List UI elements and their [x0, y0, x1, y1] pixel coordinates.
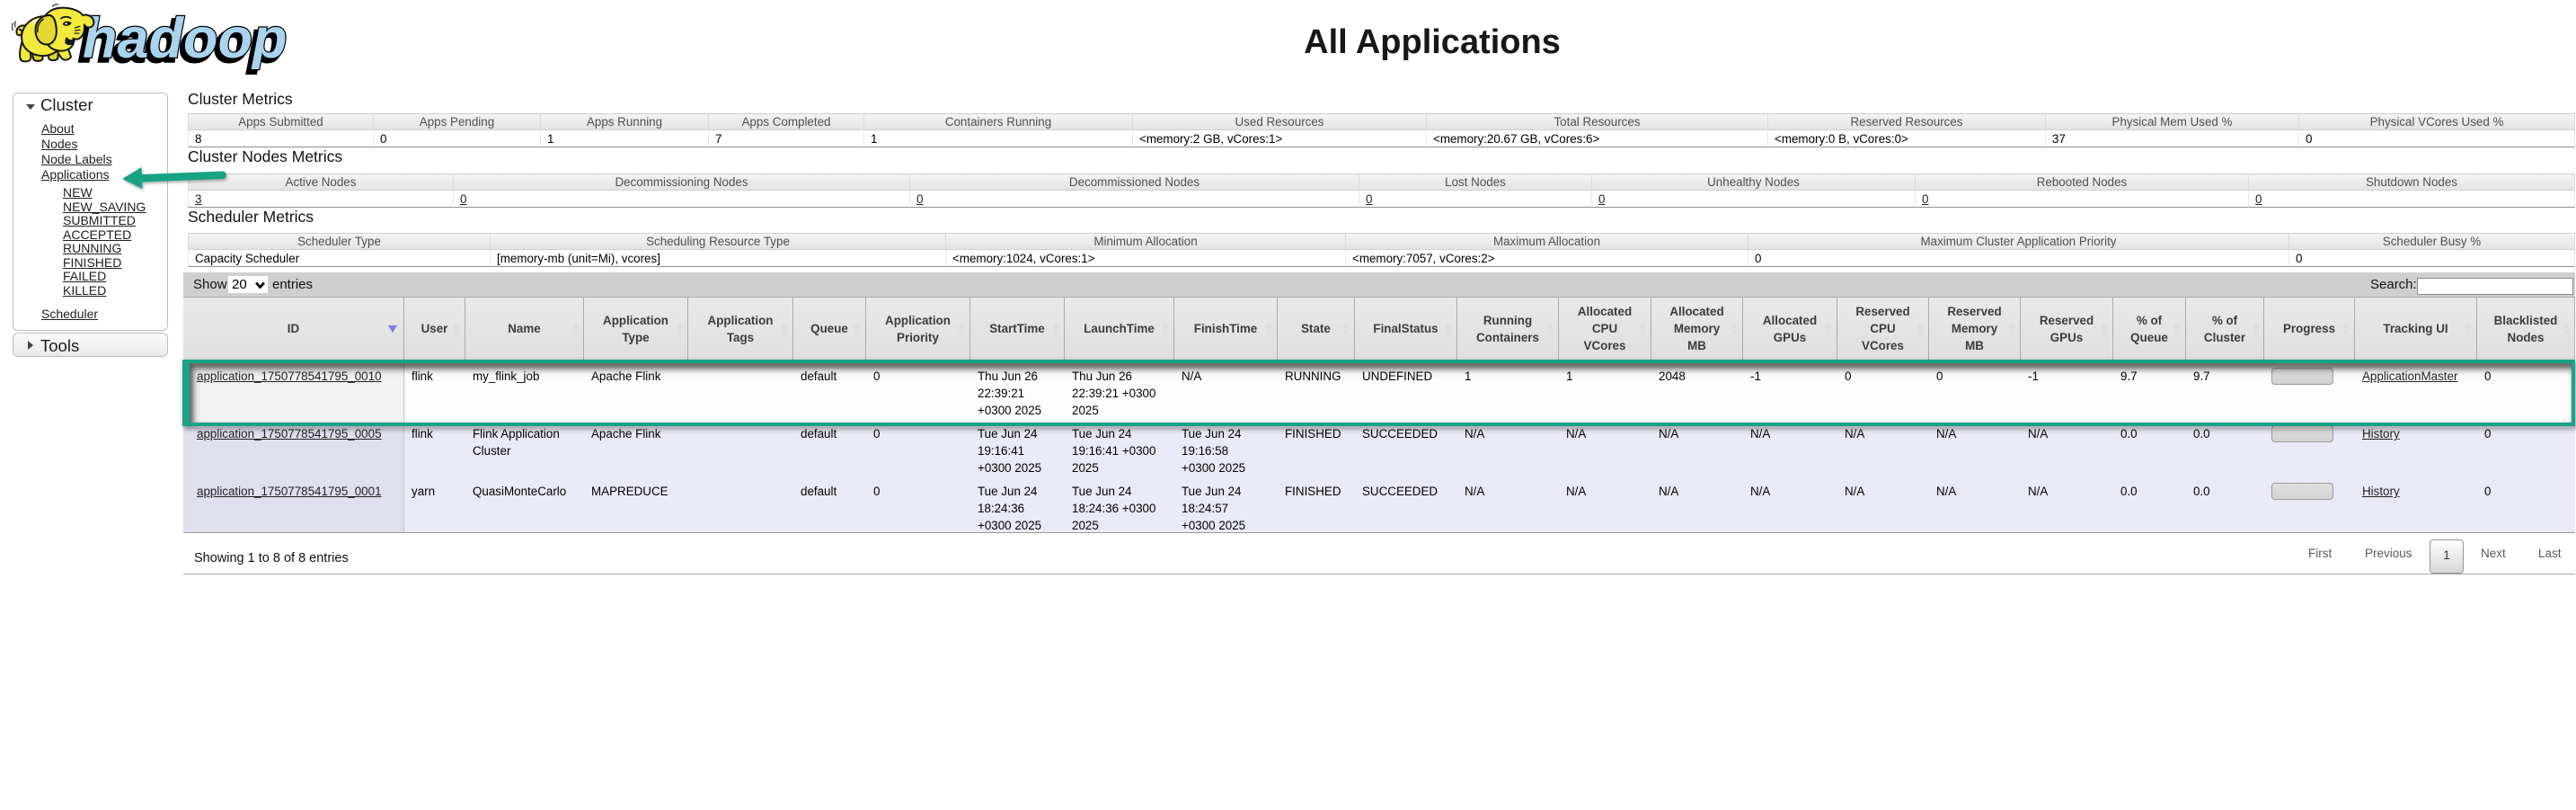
svg-text:hadoop: hadoop	[83, 7, 287, 70]
